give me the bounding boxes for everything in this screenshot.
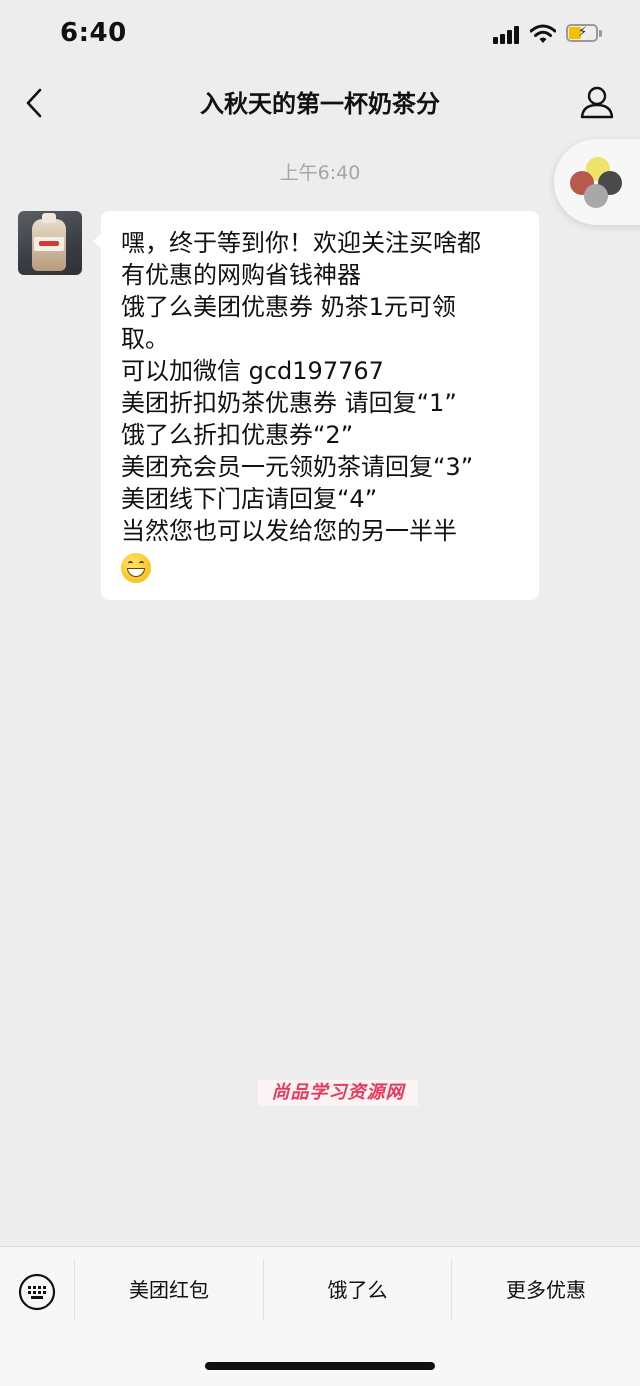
message-line: 美团充会员一元领奶茶请回复“3” <box>121 453 474 481</box>
profile-button[interactable] <box>578 84 616 122</box>
menu-item-meituan-red-packet[interactable]: 美团红包 <box>75 1247 263 1333</box>
cellular-signal-icon <box>493 26 521 44</box>
menu-item-eleme[interactable]: 饿了么 <box>264 1247 451 1333</box>
nav-bar: 入秋天的第一杯奶茶分 <box>0 70 640 136</box>
chat-title: 入秋天的第一杯奶茶分 <box>200 90 440 118</box>
back-button[interactable] <box>20 84 54 122</box>
grin-emoji-icon <box>121 553 151 583</box>
message-line: 饿了么折扣优惠券“2” <box>121 421 354 449</box>
message-timestamp: 上午6:40 <box>279 162 361 184</box>
menu-bar: 美团红包 饿了么 更多优惠 <box>0 1246 640 1386</box>
message-line: 当然您也可以发给您的另一半半 <box>121 517 457 545</box>
watermark: 尚品学习资源网 <box>258 1080 418 1106</box>
wifi-icon <box>530 24 556 43</box>
message-line: 可以加微信 gcd197767 <box>121 357 384 385</box>
home-indicator[interactable] <box>205 1362 435 1370</box>
message-line: 嘿，终于等到你！欢迎关注买啥都 <box>121 229 481 257</box>
battery-icon: ⚡ <box>566 24 602 44</box>
user-icon <box>580 86 614 119</box>
status-time: 6:40 <box>60 18 127 48</box>
menu-item-more-offers[interactable]: 更多优惠 <box>452 1247 640 1333</box>
message-line: 取。 <box>121 325 169 353</box>
keyboard-toggle-button[interactable] <box>0 1247 74 1333</box>
keyboard-icon <box>18 1273 56 1311</box>
message-line: 有优惠的网购省钱神器 <box>121 261 361 289</box>
floating-window-button[interactable] <box>554 139 640 225</box>
avatar[interactable] <box>18 211 82 275</box>
status-bar: 6:40 ⚡ <box>0 0 640 70</box>
chevron-left-icon <box>26 88 42 118</box>
message-bubble[interactable]: 嘿，终于等到你！欢迎关注买啥都 有优惠的网购省钱神器 饿了么美团优惠券 奶茶1元… <box>93 211 539 600</box>
message-line: 美团线下门店请回复“4” <box>121 485 378 513</box>
message-line: 饿了么美团优惠券 奶茶1元可领 <box>121 293 456 321</box>
message-line: 美团折扣奶茶优惠券 请回复“1” <box>121 389 457 417</box>
